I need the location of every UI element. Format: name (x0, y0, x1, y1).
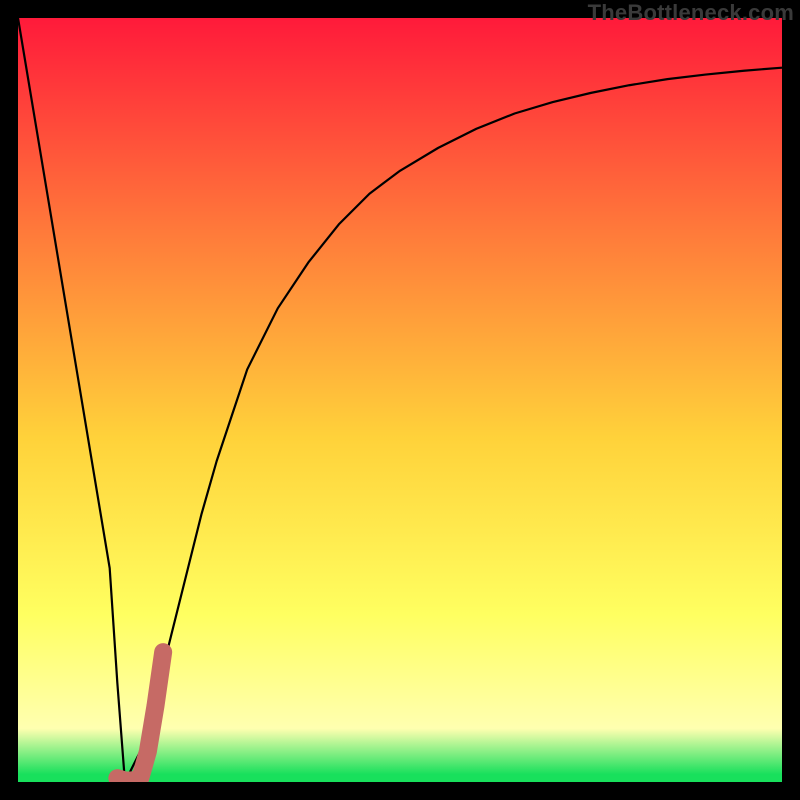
chart-frame: TheBottleneck.com (0, 0, 800, 800)
watermark-text: TheBottleneck.com (588, 0, 794, 26)
chart-plot-area (18, 18, 782, 782)
gradient-background (18, 18, 782, 782)
